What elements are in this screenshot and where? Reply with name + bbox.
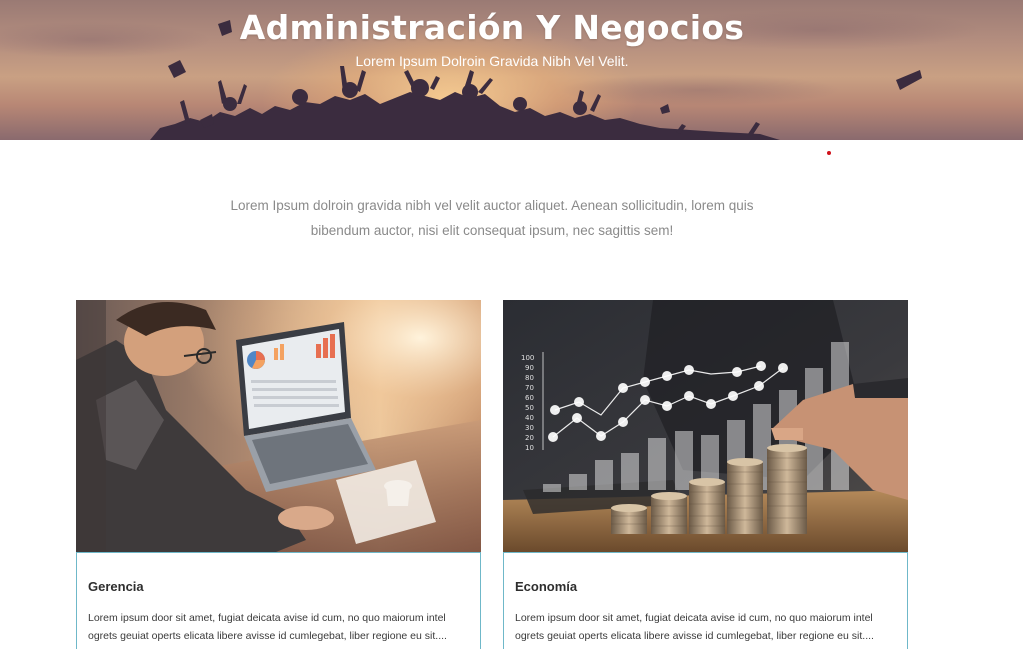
card-title[interactable]: Economía xyxy=(515,579,577,594)
card-gerencia[interactable]: Gerencia Lorem ipsum door sit amet, fugi… xyxy=(76,300,481,649)
card-body-gerencia: Gerencia Lorem ipsum door sit amet, fugi… xyxy=(76,552,481,649)
card-description: Lorem ipsum door sit amet, fugiat deicat… xyxy=(515,612,874,642)
axis-label: 100 xyxy=(521,354,534,362)
intro-paragraph: Lorem Ipsum dolroin gravida nibh vel vel… xyxy=(230,198,754,238)
hero-title: Administración Y Negocios xyxy=(239,8,745,47)
axis-label: 80 xyxy=(525,374,534,382)
hero-subtitle: Lorem Ipsum Dolroin Gravida Nibh Vel Vel… xyxy=(355,53,629,69)
axis-label: 90 xyxy=(525,364,534,372)
card-description: Lorem ipsum door sit amet, fugiat deicat… xyxy=(88,612,447,642)
card-body-economia: Economía Lorem ipsum door sit amet, fugi… xyxy=(503,552,908,649)
axis-label: 10 xyxy=(525,444,534,452)
hero-banner: Administración Y Negocios Lorem Ipsum Do… xyxy=(0,0,1023,140)
axis-label: 20 xyxy=(525,434,534,442)
axis-label: 50 xyxy=(525,404,534,412)
card-economia[interactable]: 100 90 80 70 60 50 40 30 20 10 Economía … xyxy=(503,300,908,649)
axis-label: 70 xyxy=(525,384,534,392)
card-title[interactable]: Gerencia xyxy=(88,579,144,594)
axis-label: 60 xyxy=(525,394,534,402)
card-image-economia[interactable]: 100 90 80 70 60 50 40 30 20 10 xyxy=(503,300,908,552)
businessman-laptop-image xyxy=(76,300,481,552)
axis-label: 40 xyxy=(525,414,534,422)
coins-growth-chart-image: 100 90 80 70 60 50 40 30 20 10 xyxy=(503,300,908,552)
red-dot-indicator xyxy=(827,151,831,155)
card-image-gerencia[interactable] xyxy=(76,300,481,552)
axis-label: 30 xyxy=(525,424,534,432)
